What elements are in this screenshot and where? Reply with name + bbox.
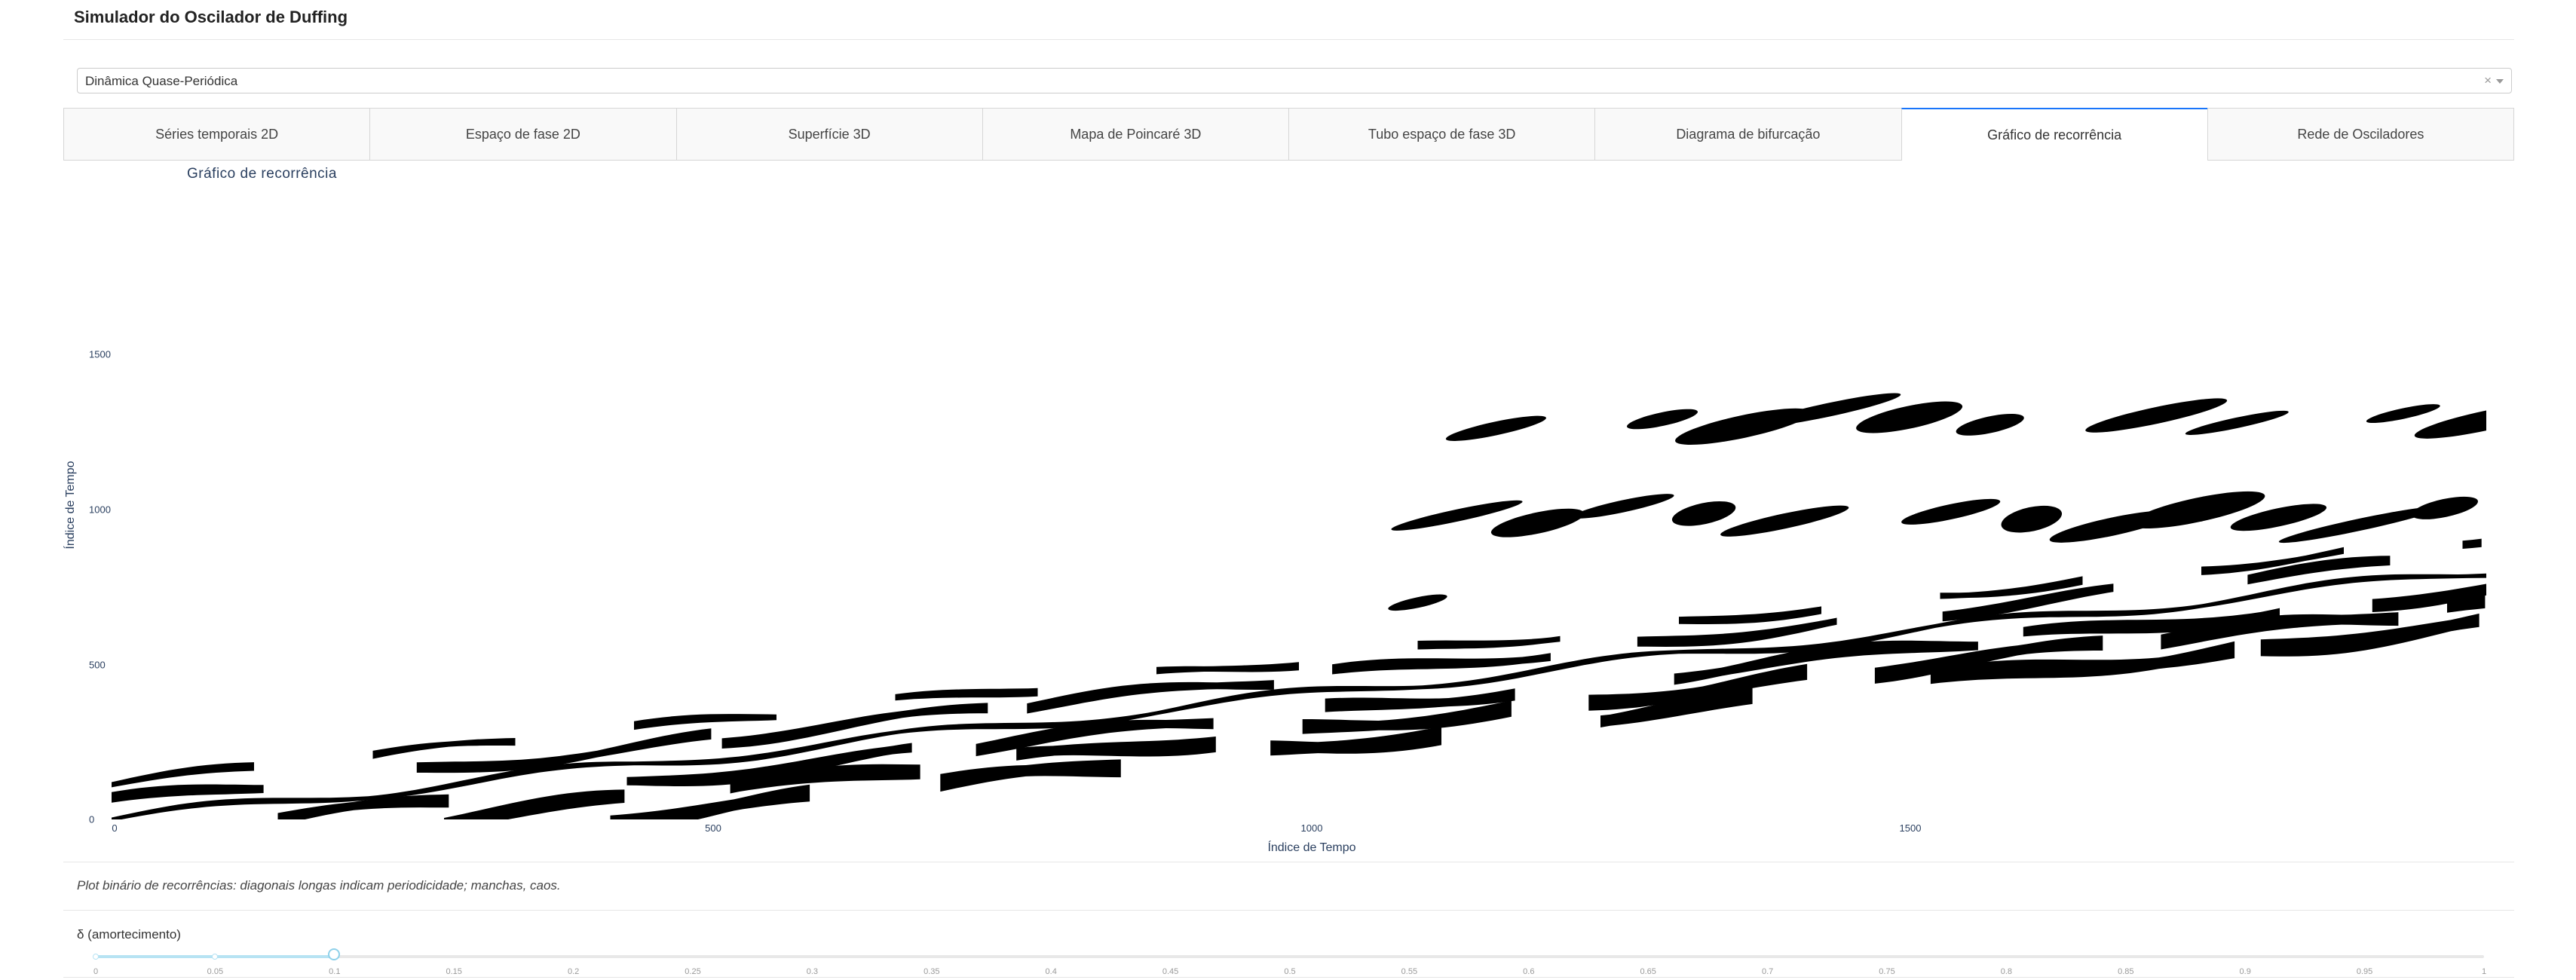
y-tick-label: 1000 (89, 504, 111, 516)
preset-selected-value: Dinâmica Quase-Periódica (85, 74, 238, 88)
slider-mark-label[interactable]: 0.55 (1401, 967, 1417, 976)
damping-slider-rail[interactable] (96, 955, 2484, 958)
slider-mark-label[interactable]: 0.1 (329, 967, 340, 976)
y-tick-label: 1500 (89, 348, 111, 360)
tab-bifurcation[interactable]: Diagrama de bifurcação (1594, 108, 1901, 161)
chevron-down-icon[interactable] (2496, 79, 2504, 84)
divider (63, 977, 2514, 978)
app-title: Simulador do Oscilador de Duffing (74, 8, 348, 26)
clear-icon[interactable]: × (2484, 73, 2492, 88)
slider-mark-label[interactable]: 0.5 (1284, 967, 1295, 976)
damping-slider-label: δ (amortecimento) (77, 927, 181, 942)
tab-poincare-3d[interactable]: Mapa de Poincaré 3D (982, 108, 1288, 161)
tab-bar: Séries temporais 2D Espaço de fase 2D Su… (63, 108, 2514, 161)
slider-mark-label[interactable]: 0.4 (1046, 967, 1057, 976)
divider (63, 910, 2514, 911)
y-axis-title: Índice de Tempo (64, 461, 77, 550)
slider-mark-label[interactable]: 0.2 (568, 967, 579, 976)
chart-title: Gráfico de recorrência (187, 166, 337, 182)
x-tick-label: 500 (705, 822, 721, 834)
slider-mark-label[interactable]: 0.6 (1523, 967, 1534, 976)
recurrence-plot[interactable] (112, 200, 2486, 819)
damping-slider-handle[interactable] (328, 948, 340, 960)
plot-background (112, 200, 2486, 819)
preset-dropdown[interactable]: Dinâmica Quase-Periódica × (77, 68, 2512, 93)
slider-mark-label[interactable]: 0.15 (446, 967, 461, 976)
slider-dot (93, 954, 99, 960)
y-tick-label: 0 (89, 813, 95, 825)
slider-mark-label[interactable]: 0.8 (2001, 967, 2012, 976)
x-tick-label: 1000 (1300, 822, 1323, 834)
slider-mark-label[interactable]: 1 (2482, 967, 2486, 976)
slider-mark-label[interactable]: 0.25 (685, 967, 700, 976)
title-divider (63, 39, 2514, 40)
slider-mark-label[interactable]: 0.35 (924, 967, 939, 976)
slider-mark-label[interactable]: 0.45 (1162, 967, 1178, 976)
tab-recurrence[interactable]: Gráfico de recorrência (1901, 108, 2207, 161)
slider-mark-label[interactable]: 0.7 (1762, 967, 1773, 976)
x-tick-label: 0 (112, 822, 118, 834)
slider-mark-label[interactable]: 0.65 (1640, 967, 1656, 976)
slider-dot (212, 954, 219, 960)
x-axis-title: Índice de Tempo (1267, 841, 1356, 854)
tab-oscillator-network[interactable]: Rede de Osciladores (2207, 108, 2514, 161)
tab-phase-tube-3d[interactable]: Tubo espaço de fase 3D (1288, 108, 1595, 161)
slider-mark-label[interactable]: 0.85 (2118, 967, 2133, 976)
slider-mark-label[interactable]: 0.95 (2357, 967, 2372, 976)
slider-mark-label[interactable]: 0.3 (807, 967, 818, 976)
tab-series-2d[interactable]: Séries temporais 2D (63, 108, 370, 161)
tab-phase-space-2d[interactable]: Espaço de fase 2D (369, 108, 676, 161)
plot-caption: Plot binário de recorrências: diagonais … (77, 878, 561, 893)
slider-mark-label[interactable]: 0.9 (2240, 967, 2251, 976)
slider-mark-label[interactable]: 0 (93, 967, 98, 976)
tab-surface-3d[interactable]: Superfície 3D (675, 108, 982, 161)
slider-mark-label[interactable]: 0.05 (207, 967, 223, 976)
x-tick-label: 1500 (1899, 822, 1922, 834)
y-tick-label: 500 (89, 659, 106, 671)
slider-mark-label[interactable]: 0.75 (1879, 967, 1894, 976)
